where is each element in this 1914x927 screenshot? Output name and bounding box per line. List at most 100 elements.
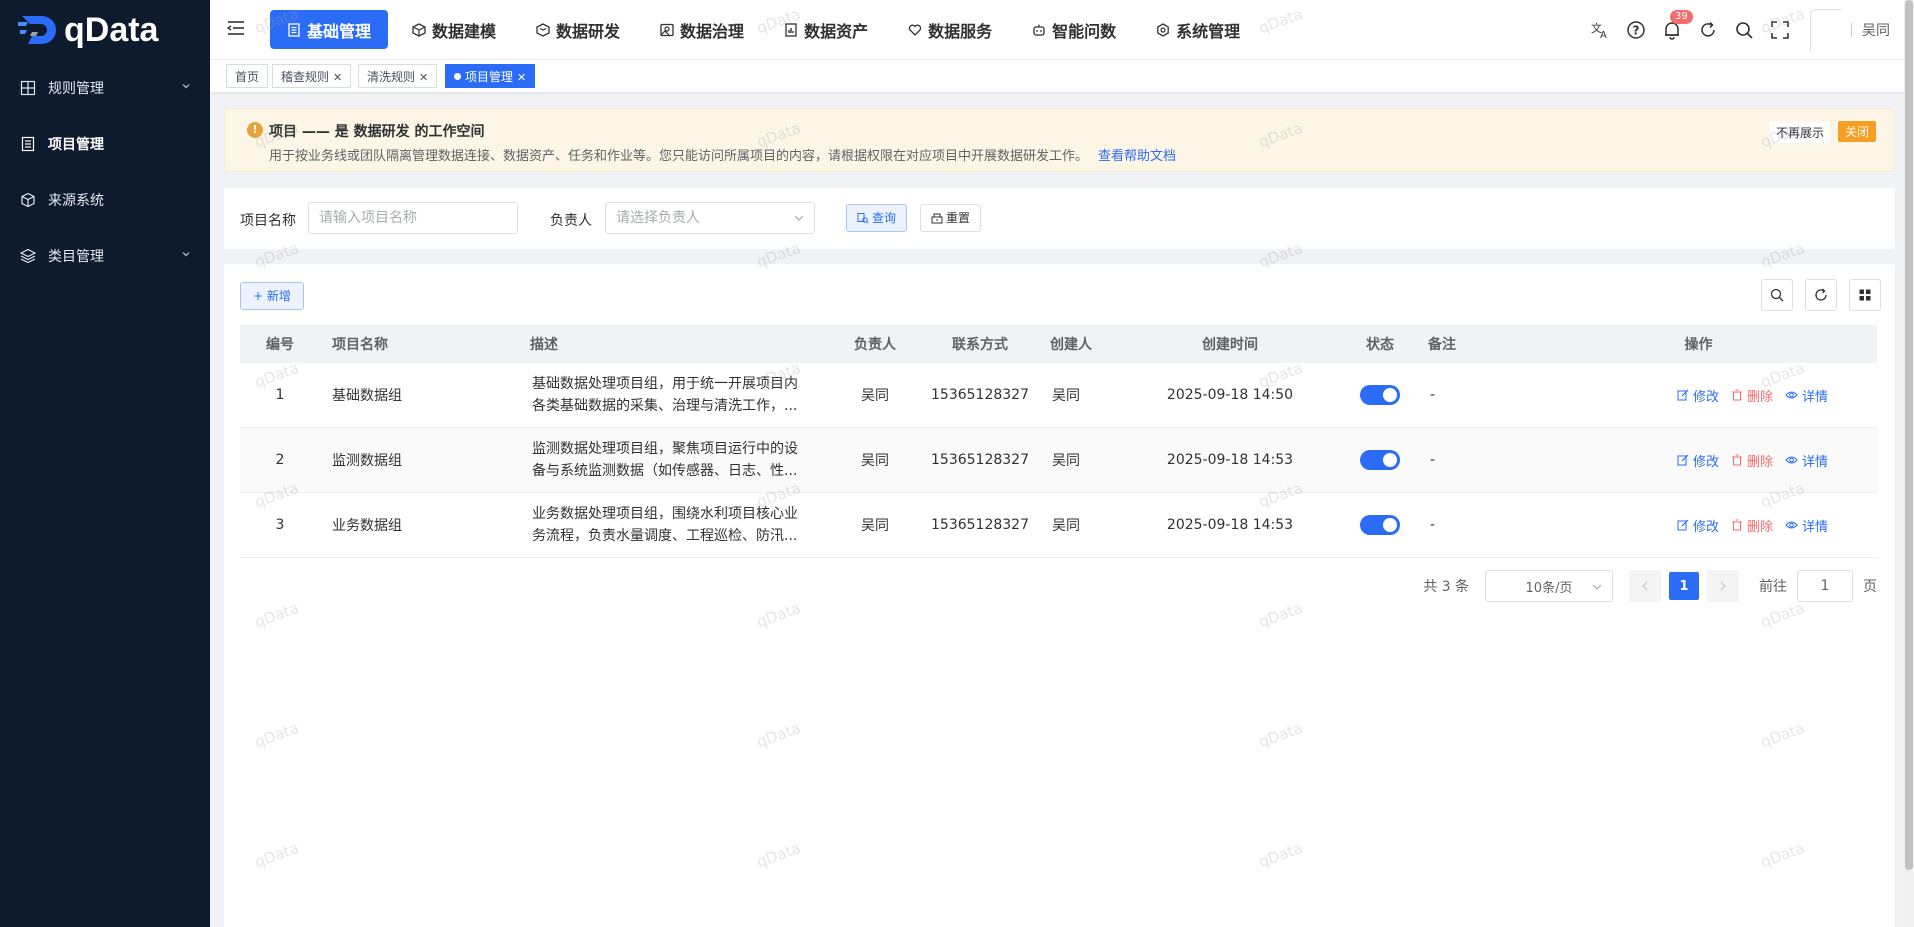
- help-icon[interactable]: ?: [1626, 20, 1646, 40]
- search-panel: 项目名称 请输入项目名称 负责人 请选择负责人 查询 重置: [224, 188, 1895, 249]
- tab-audit-rules[interactable]: 稽查规则 ✕: [272, 64, 352, 88]
- svg-text:A: A: [1600, 30, 1607, 40]
- owner-label: 负责人: [550, 213, 592, 229]
- nav-data-development[interactable]: 数据研发: [520, 10, 636, 49]
- nav-data-services[interactable]: 数据服务: [892, 10, 1008, 49]
- qdata-logo-icon: [18, 16, 56, 44]
- reset-icon: [931, 213, 943, 224]
- detail-button[interactable]: 详情: [1785, 451, 1828, 470]
- page-number-1[interactable]: 1: [1669, 572, 1699, 600]
- page-scrollbar[interactable]: [1904, 0, 1914, 927]
- edit-icon: [1677, 519, 1689, 531]
- edit-button[interactable]: 修改: [1677, 451, 1719, 470]
- menu-fold-icon[interactable]: [227, 20, 245, 36]
- owner-select[interactable]: 请选择负责人: [605, 202, 815, 234]
- column-header: 操作: [1520, 325, 1877, 363]
- status-toggle[interactable]: [1360, 515, 1400, 535]
- search-icon: [1770, 288, 1784, 302]
- edit-icon: [1677, 389, 1689, 401]
- notice-desc: 用于按业务线或团队隔离管理数据连接、数据资产、任务和作业等。您只能访问所属项目的…: [269, 149, 1177, 164]
- table-row: 1 基础数据组 基础数据处理项目组，用于统一开展项目内 各类基础数据的采集、治理与…: [240, 363, 1877, 428]
- dont-show-again-button[interactable]: 不再展示: [1769, 122, 1830, 143]
- refresh-table-button[interactable]: [1805, 279, 1837, 311]
- notification-bell[interactable]: 39: [1662, 9, 1693, 40]
- sidebar-item-projects[interactable]: 项目管理: [0, 116, 210, 172]
- column-header: 负责人: [830, 325, 920, 363]
- delete-button[interactable]: 删除: [1731, 451, 1773, 470]
- total-count: 共 3 条: [1423, 579, 1469, 595]
- nav-smart-query[interactable]: 智能问数: [1016, 10, 1132, 49]
- next-page-button[interactable]: [1707, 570, 1739, 602]
- close-icon[interactable]: ✕: [419, 71, 428, 84]
- cube-icon: [21, 192, 35, 208]
- page-size-select[interactable]: 10条/页: [1485, 570, 1613, 602]
- chevron-down-icon: [1592, 584, 1602, 590]
- sidebar-item-rules[interactable]: 规则管理: [0, 60, 210, 116]
- status-toggle[interactable]: [1360, 450, 1400, 470]
- tab-cleaning-rules[interactable]: 清洗规则 ✕: [358, 64, 438, 88]
- column-header: 联系方式: [920, 325, 1040, 363]
- header-actions: 文A ? 39 吴同: [1574, 0, 1890, 59]
- row-actions: 修改 删除 详情: [1521, 451, 1876, 470]
- translate-icon[interactable]: 文A: [1590, 20, 1610, 40]
- avatar[interactable]: [1810, 9, 1841, 50]
- description-cell: 监测数据处理项目组，聚焦项目运行中的设 备与系统监测数据（如传感器、日志、性...: [520, 427, 830, 493]
- gear-icon: [1157, 22, 1169, 37]
- robot-icon: [1033, 24, 1045, 36]
- refresh-icon[interactable]: [1698, 20, 1718, 40]
- trash-icon: [1731, 519, 1742, 531]
- column-header: 编号: [240, 325, 320, 363]
- chevron-left-icon: [1642, 581, 1648, 591]
- main-nav: 基础管理 数据建模 数据研发 数据治理 数据资产 数据服务 智能问数 系统管理: [270, 10, 1264, 49]
- table-row: 3 业务数据组 业务数据处理项目组，围绕水利项目核心业 务流程，负责水量调度、工程…: [240, 492, 1877, 558]
- edit-button[interactable]: 修改: [1677, 516, 1719, 535]
- close-icon[interactable]: ✕: [333, 71, 342, 84]
- edit-button[interactable]: 修改: [1677, 386, 1719, 405]
- fullscreen-icon[interactable]: [1770, 20, 1790, 40]
- search-icon: [857, 213, 869, 224]
- sidebar-item-label: 规则管理: [48, 81, 104, 97]
- goto-page-input[interactable]: 1: [1797, 570, 1853, 602]
- close-notice-button[interactable]: 关闭: [1837, 121, 1876, 142]
- tab-project-management[interactable]: 项目管理 ✕: [445, 64, 536, 88]
- table-header: 编号 项目名称 描述 负责人 联系方式 创建人 创建时间 状态 备注 操作: [240, 325, 1877, 363]
- reset-button[interactable]: 重置: [920, 204, 982, 232]
- nav-data-assets[interactable]: 数据资产: [768, 10, 884, 49]
- help-doc-link[interactable]: 查看帮助文档: [1098, 149, 1176, 164]
- chevron-right-icon: [1720, 581, 1726, 591]
- delete-button[interactable]: 删除: [1731, 386, 1773, 405]
- logo[interactable]: qData: [0, 0, 210, 60]
- close-icon[interactable]: ✕: [517, 71, 526, 84]
- toggle-search-button[interactable]: [1761, 279, 1793, 311]
- column-header: 备注: [1420, 325, 1520, 363]
- status-toggle[interactable]: [1360, 385, 1400, 405]
- nav-data-governance[interactable]: 数据治理: [644, 10, 760, 49]
- detail-button[interactable]: 详情: [1785, 516, 1828, 535]
- nav-system-management[interactable]: 系统管理: [1140, 10, 1256, 49]
- prev-page-button[interactable]: [1629, 570, 1661, 602]
- project-name-input[interactable]: 请输入项目名称: [308, 202, 518, 234]
- info-notice: ! 项目 —— 是 数据研发 的工作空间 用于按业务线或团队隔离管理数据连接、数…: [224, 108, 1895, 172]
- eye-icon: [1785, 391, 1798, 399]
- query-button[interactable]: 查询: [846, 204, 908, 232]
- column-header: 状态: [1340, 325, 1420, 363]
- detail-button[interactable]: 详情: [1785, 386, 1828, 405]
- sidebar-item-label: 项目管理: [48, 137, 104, 153]
- username[interactable]: 吴同: [1862, 20, 1890, 40]
- nav-data-modeling[interactable]: 数据建模: [396, 10, 512, 49]
- sidebar-item-categories[interactable]: 类目管理: [0, 228, 210, 284]
- document-icon: [288, 22, 300, 37]
- grid-icon: [1859, 289, 1871, 301]
- tab-home[interactable]: 首页: [226, 64, 269, 88]
- grid-icon: [20, 80, 36, 96]
- scrollbar-thumb[interactable]: [1905, 0, 1913, 870]
- search-icon[interactable]: [1734, 20, 1754, 40]
- brand-name: qData: [64, 10, 159, 49]
- delete-button[interactable]: 删除: [1731, 516, 1773, 535]
- active-dot: [454, 73, 461, 80]
- sidebar-item-sources[interactable]: 来源系统: [0, 172, 210, 228]
- add-button[interactable]: + 新增: [240, 282, 304, 310]
- description-cell: 业务数据处理项目组，围绕水利项目核心业 务流程，负责水量调度、工程巡检、防汛...: [520, 492, 830, 558]
- nav-basic-management[interactable]: 基础管理: [270, 10, 389, 49]
- column-settings-button[interactable]: [1849, 279, 1881, 311]
